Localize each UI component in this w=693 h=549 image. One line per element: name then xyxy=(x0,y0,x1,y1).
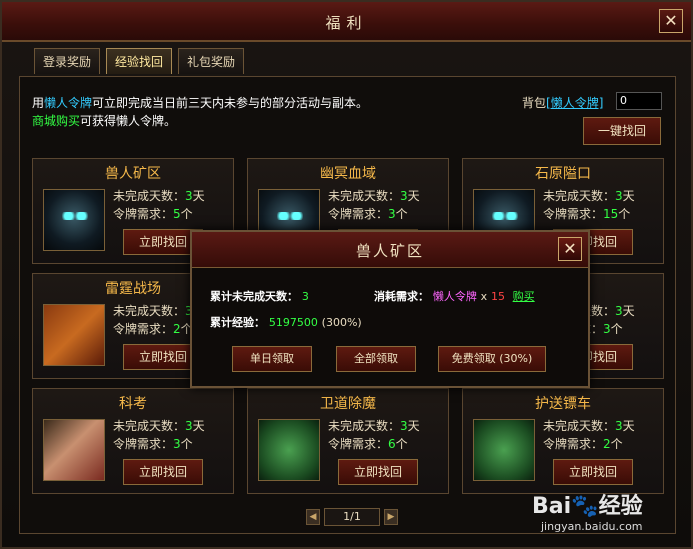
card-8: 护送镖车 未完成天数：3天 令牌需求：2个 立即找回 xyxy=(462,388,664,494)
card-days: 未完成天数：3天 xyxy=(543,189,635,203)
info-line-1-text: 可立即完成当日前三天内未参与的部分活动与副本。 xyxy=(92,96,369,110)
card-days: 未完成天数：3天 xyxy=(328,189,420,203)
backpack-item-link[interactable]: [懒人令牌] xyxy=(546,96,603,110)
card-need: 令牌需求：2个 xyxy=(543,437,623,451)
welfare-window: 福利 ✕ 登录奖励 经验找回 礼包奖励 用懒人令牌可立即完成当日前三天内未参与的… xyxy=(0,0,693,549)
paw-icon: 🐾 xyxy=(571,494,599,519)
dialog-cost-row: 消耗需求： 懒人令牌 x 15 购买 xyxy=(374,288,535,304)
dialog-title-bar: 兽人矿区 ✕ xyxy=(192,232,588,268)
dialog-exp-pct: (300%) xyxy=(321,316,362,329)
shop-buy-link[interactable]: 商城购买 xyxy=(32,114,80,128)
page-indicator: 1/1 xyxy=(324,508,380,526)
recover-button[interactable]: 立即找回 xyxy=(553,459,633,485)
dialog-days-row: 累计未完成天数： 3 xyxy=(210,288,309,304)
info-prefix: 用 xyxy=(32,96,45,110)
pager: ◀ 1/1 ▶ xyxy=(306,508,398,526)
dialog-cost-x: x xyxy=(480,290,488,303)
info-token-name: 懒人令牌 xyxy=(44,96,93,110)
card-days: 未完成天数：3天 xyxy=(113,189,205,203)
info-line-2: 商城购买可获得懒人令牌。 xyxy=(32,112,176,129)
title-bar: 福利 ✕ xyxy=(2,2,691,42)
card-days: 未完成天数：3天 xyxy=(543,419,635,433)
backpack-label: 背包[懒人令牌] xyxy=(522,94,603,111)
tab-exp-recover[interactable]: 经验找回 xyxy=(106,48,173,74)
close-button[interactable]: ✕ xyxy=(659,9,683,33)
card-need: 令牌需求：15个 xyxy=(543,207,631,221)
skull-icon xyxy=(43,189,105,251)
card-6: 科考 未完成天数：3天 令牌需求：3个 立即找回 xyxy=(32,388,234,494)
next-page-button[interactable]: ▶ xyxy=(384,509,398,525)
backpack-text: 背包 xyxy=(522,96,547,110)
watermark-brand-2: 经验 xyxy=(598,494,643,519)
exam-ticket-icon xyxy=(43,419,105,481)
backpack-count-field[interactable]: 0 xyxy=(616,92,662,110)
dialog-exp-label: 累计经验： xyxy=(210,316,265,329)
window-title: 福利 xyxy=(325,14,368,32)
dialog-exp-row: 累计经验： 5197500 (300%) xyxy=(210,314,362,330)
prev-page-button[interactable]: ◀ xyxy=(306,509,320,525)
dialog-days-label: 累计未完成天数： xyxy=(210,290,298,303)
card-title: 护送镖车 xyxy=(535,396,591,412)
watermark-url: jingyan.baidu.com xyxy=(541,520,643,533)
battlefield-icon xyxy=(43,304,105,366)
dialog-days-value: 3 xyxy=(301,290,309,303)
card-need: 令牌需求：3个 xyxy=(113,437,193,451)
card-need: 令牌需求：5个 xyxy=(113,207,193,221)
card-title: 幽冥血域 xyxy=(320,166,376,182)
info-line-2-text: 可获得懒人令牌。 xyxy=(80,114,177,128)
info-line-1: 用懒人令牌可立即完成当日前三天内未参与的部分活动与副本。 xyxy=(32,94,368,111)
dialog-exp-value: 5197500 xyxy=(268,316,318,329)
claim-single-day-button[interactable]: 单日领取 xyxy=(232,346,312,372)
card-7: 卫道除魔 未完成天数：3天 令牌需求：6个 立即找回 xyxy=(247,388,449,494)
card-days: 未完成天数：3天 xyxy=(113,419,205,433)
card-days: 未完成天数：3天 xyxy=(328,419,420,433)
recover-button[interactable]: 立即找回 xyxy=(123,459,203,485)
green-book-icon xyxy=(258,419,320,481)
dialog-title: 兽人矿区 xyxy=(355,242,424,260)
green-book-icon xyxy=(473,419,535,481)
card-title: 石原隘口 xyxy=(535,166,591,182)
tab-gift-reward[interactable]: 礼包奖励 xyxy=(178,48,245,74)
recover-button[interactable]: 立即找回 xyxy=(338,459,418,485)
card-title: 卫道除魔 xyxy=(320,396,376,412)
dialog-buy-link[interactable]: 购买 xyxy=(513,290,535,303)
tab-login-reward[interactable]: 登录奖励 xyxy=(34,48,101,74)
card-need: 令牌需求：3个 xyxy=(328,207,408,221)
card-title: 兽人矿区 xyxy=(105,166,161,182)
card-need: 令牌需求：6个 xyxy=(328,437,408,451)
watermark-brand: Bai xyxy=(532,494,572,519)
baidu-watermark: Bai🐾经验 xyxy=(532,488,643,520)
dialog-cost-item: 懒人令牌 xyxy=(432,290,477,303)
claim-all-button[interactable]: 全部领取 xyxy=(336,346,416,372)
dialog-cost-value: 15 xyxy=(491,290,505,303)
card-need: 令牌需求：2个 xyxy=(113,322,193,336)
dialog-close-button[interactable]: ✕ xyxy=(558,237,582,261)
recover-dialog: 兽人矿区 ✕ 累计未完成天数： 3 消耗需求： 懒人令牌 x 15 购买 累计经… xyxy=(190,230,590,388)
tab-bar: 登录奖励 经验找回 礼包奖励 xyxy=(34,48,245,76)
one-key-recover-button[interactable]: 一键找回 xyxy=(583,117,661,145)
claim-free-button[interactable]: 免费领取 (30%) xyxy=(438,346,546,372)
card-title: 科考 xyxy=(119,396,147,412)
dialog-cost-label: 消耗需求： xyxy=(374,290,429,303)
